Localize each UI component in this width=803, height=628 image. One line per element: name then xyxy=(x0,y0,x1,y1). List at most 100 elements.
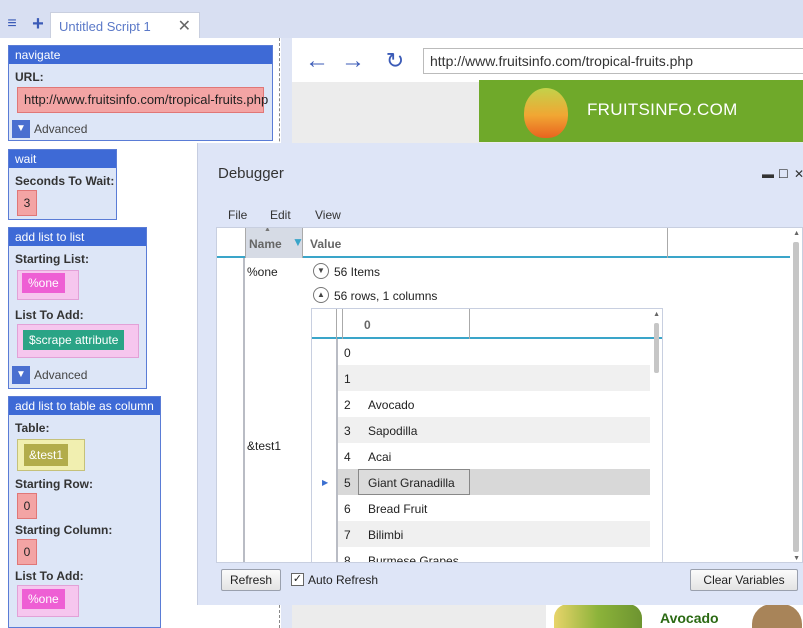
row-value: Avocado xyxy=(368,398,415,412)
variables-grid[interactable]: ▲ Name ▼ Value %one ▼ 56 Items ▲ 56 rows… xyxy=(216,227,803,563)
block-title: wait xyxy=(9,150,116,168)
nested-column-label[interactable]: 0 xyxy=(364,318,371,332)
close-icon[interactable]: ✕ xyxy=(794,167,803,181)
menu-view[interactable]: View xyxy=(315,208,341,222)
scroll-down-icon[interactable]: ▼ xyxy=(793,555,800,562)
refresh-icon[interactable]: ↻ xyxy=(382,50,408,72)
avocado-section: Avocado xyxy=(546,604,803,628)
list-to-add-field[interactable]: $scrape attribute xyxy=(17,324,139,358)
column-name-label: Name xyxy=(249,237,282,251)
add-list-to-list-block[interactable]: add list to list Starting List: %one Lis… xyxy=(8,227,147,389)
auto-refresh-checkbox[interactable]: ✓ xyxy=(291,573,304,586)
row-index: 4 xyxy=(344,450,351,464)
chevron-down-icon[interactable]: ▼ xyxy=(12,366,30,384)
scroll-thumb[interactable] xyxy=(654,323,659,373)
list-to-add-label: List To Add: xyxy=(15,308,84,322)
url-field[interactable]: http://www.fruitsinfo.com/tropical-fruit… xyxy=(17,87,268,113)
forward-icon[interactable]: → xyxy=(340,49,366,73)
table-row[interactable]: 6 Bread Fruit xyxy=(338,495,650,521)
scroll-thumb[interactable] xyxy=(793,242,799,552)
column-header-name[interactable]: ▲ Name ▼ xyxy=(245,227,304,258)
row-index: 8 xyxy=(344,554,351,563)
seconds-label: Seconds To Wait: xyxy=(15,174,115,188)
column-divider xyxy=(342,309,343,339)
filter-icon[interactable]: ▼ xyxy=(292,235,304,249)
table-field[interactable]: &test1 xyxy=(17,439,85,471)
chevron-down-icon[interactable]: ▼ xyxy=(12,120,30,138)
fruit-logo-icon xyxy=(524,88,568,138)
grid-scrollbar[interactable]: ▲ ▼ xyxy=(790,228,802,562)
table-row[interactable]: 4 Acai xyxy=(338,443,650,469)
seconds-field[interactable]: 3 xyxy=(17,190,37,216)
scroll-up-icon[interactable]: ▲ xyxy=(653,311,660,318)
row-index: 5 xyxy=(344,476,351,490)
row-value: Sapodilla xyxy=(368,424,418,438)
column-divider xyxy=(336,309,337,339)
site-title: FRUITSINFO.COM xyxy=(587,100,738,119)
row-index: 3 xyxy=(344,424,351,438)
navigate-block[interactable]: navigate URL: http://www.fruitsinfo.com/… xyxy=(8,45,273,141)
variable-token: &test1 xyxy=(24,444,69,466)
variable-name: &test1 xyxy=(247,439,282,453)
back-icon[interactable]: ← xyxy=(304,49,330,73)
table-label: Table: xyxy=(15,421,50,435)
variable-name: %one xyxy=(247,265,278,279)
variable-token: %one xyxy=(22,273,65,293)
menu-file[interactable]: File xyxy=(228,208,247,222)
list-to-add-label: List To Add: xyxy=(15,569,84,583)
scroll-up-icon[interactable]: ▲ xyxy=(793,230,800,237)
tab-bar: ≡ + Untitled Script 1 ✕ xyxy=(0,0,803,38)
menu-icon[interactable]: ≡ xyxy=(2,14,22,34)
add-list-to-table-block[interactable]: add list to table as column Table: &test… xyxy=(8,396,161,628)
row-index: 7 xyxy=(344,528,351,542)
address-bar[interactable]: http://www.fruitsinfo.com/tropical-fruit… xyxy=(423,48,803,74)
current-row-icon: ▶ xyxy=(322,478,329,487)
starting-column-label: Starting Column: xyxy=(15,523,113,537)
maximize-icon[interactable]: ☐ xyxy=(778,167,789,181)
row-index: 6 xyxy=(344,502,351,516)
table-row[interactable]: 8 Burmese Grapes xyxy=(338,547,650,563)
table-row[interactable]: 1 xyxy=(338,365,650,391)
starting-list-label: Starting List: xyxy=(15,252,89,266)
menu-edit[interactable]: Edit xyxy=(270,208,291,222)
sort-icon: ▲ xyxy=(264,227,271,233)
table-row[interactable]: 0 xyxy=(338,339,650,365)
chevron-down-icon[interactable]: ▼ xyxy=(313,263,329,279)
site-banner[interactable]: FRUITSINFO.COM xyxy=(479,80,803,142)
wait-block[interactable]: wait Seconds To Wait: 3 xyxy=(8,149,117,220)
advanced-label[interactable]: Advanced xyxy=(34,368,87,382)
table-row[interactable]: 3 Sapodilla xyxy=(338,417,650,443)
column-divider xyxy=(469,309,470,339)
row-value: Acai xyxy=(368,450,392,464)
table-row[interactable]: 7 Bilimbi xyxy=(338,521,650,547)
clear-variables-button[interactable]: Clear Variables xyxy=(690,569,798,591)
row-value: Bread Fruit xyxy=(368,502,428,516)
variable-summary: 56 Items xyxy=(334,265,381,279)
refresh-button[interactable]: Refresh xyxy=(221,569,281,591)
minimize-icon[interactable]: ▬ xyxy=(762,167,774,181)
avocado-image xyxy=(554,604,642,628)
block-title: add list to table as column xyxy=(9,397,160,415)
table-row-selected[interactable]: 5 Giant Granadilla xyxy=(338,469,650,495)
starting-list-field[interactable]: %one xyxy=(17,270,79,300)
tab-untitled-script[interactable]: Untitled Script 1 ✕ xyxy=(50,12,200,38)
starting-row-field[interactable]: 0 xyxy=(17,493,37,519)
list-to-add-field[interactable]: %one xyxy=(17,585,79,617)
add-tab-icon[interactable]: + xyxy=(28,14,48,34)
row-index: 2 xyxy=(344,398,351,412)
auto-refresh-label[interactable]: Auto Refresh xyxy=(308,573,378,587)
chevron-up-icon[interactable]: ▲ xyxy=(313,287,329,303)
kiwi-image xyxy=(752,604,802,628)
nested-table[interactable]: 0 0 1 2 Avocado 3 Sapodilla 4 Acai 5 Gia… xyxy=(311,308,663,563)
nested-table-header: 0 xyxy=(312,309,662,339)
close-icon[interactable]: ✕ xyxy=(178,16,191,36)
advanced-label[interactable]: Advanced xyxy=(34,122,87,136)
column-value-label: Value xyxy=(310,237,342,251)
row-value: Giant Granadilla xyxy=(368,476,455,490)
nested-scrollbar[interactable]: ▲ xyxy=(650,309,662,562)
starting-column-field[interactable]: 0 xyxy=(17,539,37,565)
table-row[interactable]: 2 Avocado xyxy=(338,391,650,417)
debugger-window: Debugger ▬ ☐ ✕ File Edit View ▲ Name ▼ V… xyxy=(197,143,803,605)
variable-summary: 56 rows, 1 columns xyxy=(334,289,438,303)
avocado-link[interactable]: Avocado xyxy=(660,610,719,626)
